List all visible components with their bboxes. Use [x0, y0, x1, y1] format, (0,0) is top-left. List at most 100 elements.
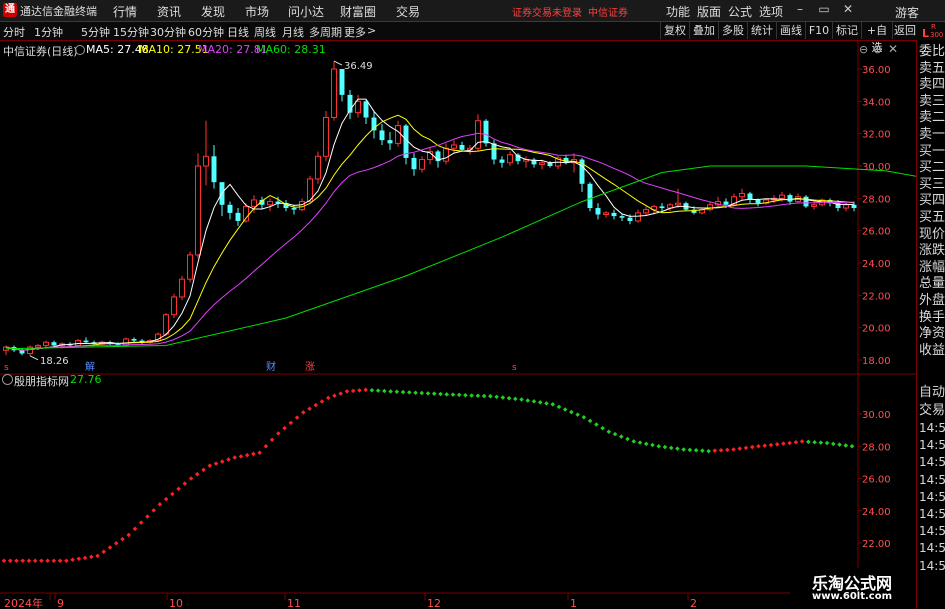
panel-l-label: L [922, 27, 930, 40]
indicator-dot [774, 442, 780, 447]
minimize-icon[interactable]: – [791, 2, 809, 16]
indicator-name[interactable]: 殷朋指标网 [14, 373, 69, 389]
draw-line-button[interactable]: 画线 [776, 22, 805, 39]
statistics-button[interactable]: 统计 [747, 22, 776, 39]
indicator-dot [232, 455, 237, 460]
indicator-dot [637, 440, 643, 445]
x-tick-label: 1 [570, 597, 577, 609]
period-multi[interactable]: 多周期 [309, 24, 342, 40]
menu-formula[interactable]: 公式 [728, 3, 752, 20]
quote-row-label: 买四 [919, 193, 945, 209]
quote-row-label: 买五 [919, 210, 945, 225]
period-1min[interactable]: 1分钟 [34, 24, 63, 40]
indicator-dot [656, 443, 661, 449]
menu-options[interactable]: 选项 [759, 3, 783, 20]
indicator-dot [718, 448, 724, 453]
menu-function[interactable]: 功能 [666, 3, 690, 20]
indicator-dot [101, 549, 107, 554]
f10-button[interactable]: F10 [805, 22, 832, 39]
login-warning[interactable]: 证券交易未登录 [512, 4, 582, 19]
indicator-dot [425, 391, 431, 396]
indicator-dot [463, 392, 468, 398]
auto-trade-button[interactable]: 自动 [919, 384, 945, 401]
period-more[interactable]: 更多 [344, 24, 366, 40]
period-intraday[interactable]: 分时 [3, 24, 25, 40]
menu-news[interactable]: 资讯 [157, 3, 181, 20]
menu-markets[interactable]: 市场 [245, 3, 269, 20]
indicator-gear-icon[interactable] [2, 374, 13, 385]
indicator-dot [357, 388, 362, 393]
candle-body [675, 202, 681, 206]
indicator-dot [481, 393, 487, 399]
indicator-dot [282, 425, 287, 431]
period-30min[interactable]: 30分钟 [150, 24, 186, 40]
back-button[interactable]: 返回 [892, 22, 917, 39]
period-daily[interactable]: 日线 [227, 24, 249, 40]
menu-market[interactable]: 行情 [113, 3, 137, 20]
chevron-right-icon[interactable]: > [367, 24, 376, 37]
indicator-dot [700, 448, 705, 453]
quote-row-label: 买二 [919, 160, 945, 176]
quote-row-label: 净资 [919, 326, 945, 342]
indicator-dot [587, 418, 593, 424]
indicator-dot [544, 401, 549, 406]
panel-r-label: R [931, 23, 936, 31]
adjust-button[interactable]: 复权 [660, 22, 689, 39]
indicator-dot [569, 409, 574, 415]
indicator-dot [456, 392, 462, 398]
candle-body [635, 212, 641, 222]
menu-trade[interactable]: 交易 [396, 3, 420, 20]
restore-icon[interactable]: ▭ [815, 2, 833, 16]
indicator-dot [537, 400, 543, 405]
indicator-dot [756, 443, 761, 449]
indicator-dot [612, 431, 618, 437]
period-weekly[interactable]: 周线 [254, 24, 276, 40]
trade-label[interactable]: 交易 [919, 402, 945, 419]
period-15min[interactable]: 15分钟 [113, 24, 149, 40]
guest-label[interactable]: 游客 [895, 4, 919, 21]
period-60min[interactable]: 60分钟 [188, 24, 224, 40]
kline-chart[interactable]: 36.00 34.00 32.00 30.00 28.00 26.00 24.00 22.00… [0, 40, 916, 609]
indicator-dot [163, 496, 169, 502]
indicator-dot [219, 459, 225, 464]
indicator-dot [837, 442, 842, 447]
menu-wealth-circle[interactable]: 财富圈 [340, 3, 376, 20]
candle-body [739, 192, 745, 198]
menu-layout[interactable]: 版面 [697, 3, 721, 20]
candle-body [595, 208, 601, 215]
candle-body [483, 120, 489, 144]
indicator-dot [725, 447, 730, 453]
candle-body [251, 199, 257, 207]
mark-button[interactable]: 标记 [832, 22, 861, 39]
tick-time: 14:56 [919, 541, 945, 556]
candle-body [379, 130, 385, 141]
x-tick-label: 10 [169, 597, 183, 609]
period-monthly[interactable]: 月线 [282, 24, 304, 40]
candle-body [299, 201, 305, 211]
overlay-button[interactable]: 叠加 [689, 22, 718, 39]
indicator-dot [400, 389, 406, 395]
low-pointer [29, 355, 39, 361]
multi-stock-button[interactable]: 多股 [718, 22, 747, 39]
indicator-dot [207, 463, 213, 468]
y-tick-label: 26.00 [862, 227, 891, 238]
indicator-dot [213, 461, 219, 466]
candle-body [419, 159, 425, 170]
candle-body [35, 344, 41, 348]
indicator-dot [294, 415, 300, 420]
candle-body [187, 254, 193, 280]
indicator-dot [500, 395, 506, 400]
indicator-value: 27.76 [70, 373, 102, 386]
indicator-dot [631, 439, 637, 444]
watermark-url: www.60lt.com [812, 591, 893, 602]
y-tick-label: 20.00 [862, 324, 891, 335]
quote-row-label: 卖五 [919, 60, 945, 76]
close-icon[interactable]: ✕ [839, 2, 857, 16]
menu-ask-xiaoda[interactable]: 问小达 [288, 3, 324, 20]
add-watchlist-button[interactable]: +自选 [861, 22, 892, 54]
indicator-dot [263, 443, 269, 449]
candle-body [491, 143, 497, 160]
period-5min[interactable]: 5分钟 [81, 24, 110, 40]
menu-discover[interactable]: 发现 [201, 3, 225, 20]
indicator-dot [513, 396, 518, 402]
